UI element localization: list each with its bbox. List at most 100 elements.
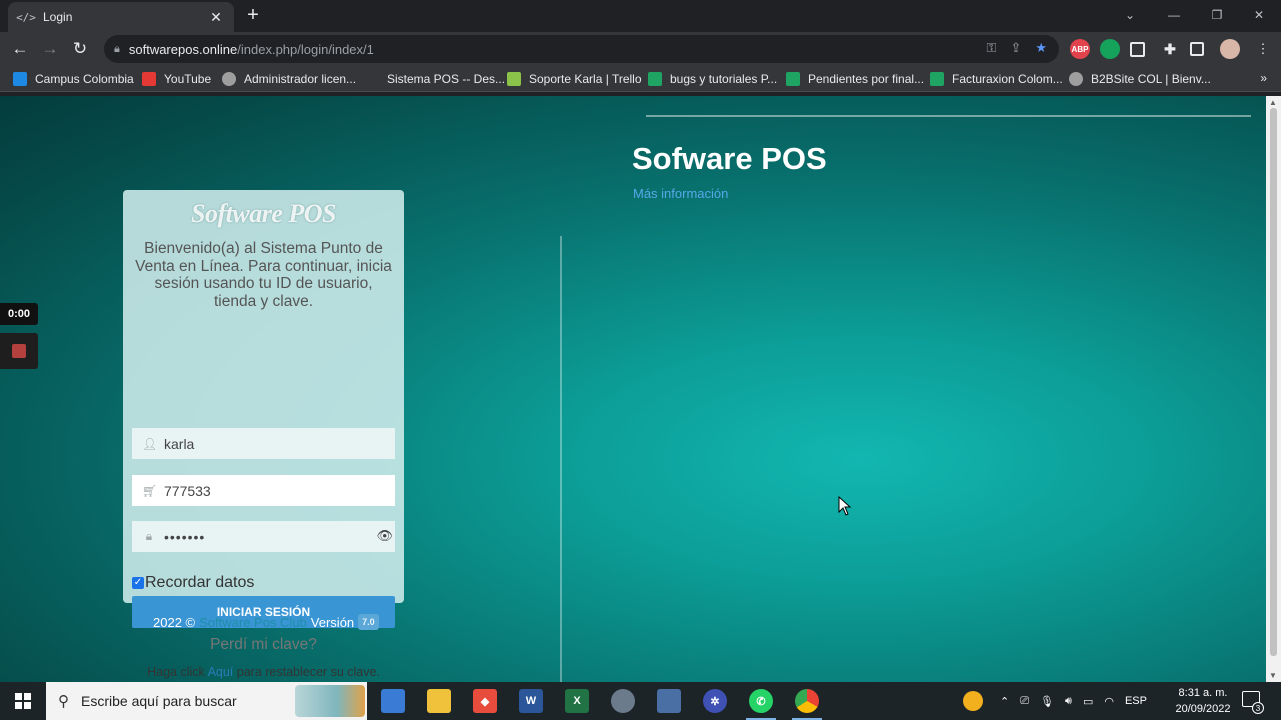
restore-button[interactable]: ❐ [1195,0,1239,30]
volume-icon[interactable]: 🔊︎ [1065,695,1072,708]
search-highlight-image [295,685,365,717]
scroll-up-arrow-icon[interactable]: ▲ [1269,98,1277,107]
bookmark-item[interactable]: B2BSite COL | Bienv... [1069,70,1211,88]
bookmark-item[interactable]: Pendientes por final... [786,70,924,88]
chrome-icon[interactable] [795,689,819,713]
scroll-down-arrow-icon[interactable]: ▼ [1269,671,1277,680]
language-indicator[interactable]: ESP [1125,695,1147,707]
brand-link[interactable]: Software Pos Club [199,615,307,630]
anydesk-icon[interactable]: ◆ [473,689,497,713]
welcome-text: Bienvenido(a) al Sistema Punto de Venta … [135,240,392,310]
close-tab-icon[interactable]: ✕ [208,9,224,26]
lock-icon[interactable]: 🔒︎ [114,43,120,56]
settings-app-icon[interactable]: ✲ [703,689,727,713]
bookmark-item[interactable]: Campus Colombia [13,70,134,88]
globe-icon [1069,72,1083,86]
file-explorer-icon[interactable] [427,689,451,713]
url-host: softwarepos.online [128,41,238,57]
whatsapp-icon[interactable]: ✆ [749,689,773,713]
word-icon[interactable]: W [519,689,543,713]
browser-tabstrip: </> Login ✕ + ⌄ — ❐ ✕ [0,0,1281,32]
page-scrollbar[interactable]: ▲ ▼ [1266,96,1281,682]
remote-desktop-icon[interactable] [657,689,681,713]
menu-kebab-icon[interactable]: ⋮ [1252,38,1274,60]
bookmark-favicon-icon [13,72,27,86]
back-button[interactable]: ← [9,38,31,60]
snipping-tool-icon[interactable] [611,689,635,713]
side-panel-icon[interactable] [1190,42,1204,56]
login-card: Software POS Bienvenido(a) al Sistema Pu… [123,190,404,679]
taskbar-search[interactable]: ⚲ Escribe aquí para buscar [46,682,367,720]
bookmark-item[interactable]: Administrador licen... [222,70,356,88]
page-title: Sofware POS [632,141,827,176]
bookmark-item[interactable]: YouTube [142,70,211,88]
store-id-field[interactable]: 🛒︎ [132,475,395,506]
minimize-button[interactable]: — [1152,0,1196,30]
new-tab-button[interactable]: + [242,5,264,27]
scrollbar-thumb[interactable] [1270,108,1277,656]
user-id-field[interactable]: 👤︎ [132,428,395,459]
lock-icon: 🔒︎ [145,529,153,543]
copyright-year: 2022 © [153,614,196,630]
task-view-icon[interactable] [381,689,405,713]
start-button[interactable] [0,682,46,720]
meet-now-icon[interactable]: ⎚ [1020,695,1029,708]
extensions-puzzle-icon[interactable]: ✚ [1160,39,1180,59]
browser-toolbar: ← → ↻ 🔒︎ softwarepos.online/index.php/lo… [0,32,1281,66]
bookmarks-bar: Campus Colombia YouTube Administrador li… [0,66,1281,92]
bookmark-item[interactable]: bugs y tutoriales P... [648,70,777,88]
divider [646,115,1251,117]
qr-code-icon[interactable] [1130,42,1145,57]
show-hidden-icons-icon[interactable]: ⌃ [1000,695,1009,708]
user-icon: 👤︎ [142,436,158,451]
grammarly-extension-icon[interactable] [1100,39,1120,59]
forward-button[interactable]: → [39,38,61,60]
user-id-input[interactable] [164,435,374,452]
bookmark-item[interactable]: Sistema POS -- Des... [365,70,505,88]
key-icon[interactable]: ⚿ [987,40,997,56]
app-logo: Software POS [191,199,336,228]
browser-tab[interactable]: </> Login ✕ [8,2,234,32]
globe-icon [222,72,236,86]
youtube-icon [142,72,156,86]
notifications-count: 3 [1252,702,1264,714]
vertical-divider [560,236,562,682]
page-footer: 2022 © Software Pos Club Versión 7.0 [153,614,379,630]
blank-favicon-icon [365,72,379,86]
show-password-icon[interactable]: 👁︎ [376,528,393,544]
cart-icon: 🛒︎ [142,483,158,498]
excel-icon[interactable]: X [565,689,589,713]
stop-recording-button[interactable] [0,333,38,369]
wifi-icon[interactable]: ◠ [1104,695,1114,708]
store-id-input[interactable] [164,482,374,499]
battery-icon[interactable]: ▭ [1083,695,1093,708]
reload-button[interactable]: ↻ [69,38,91,60]
version-label: Versión [310,614,355,630]
reset-password-link[interactable]: Aquí [208,665,234,679]
more-bookmarks-button[interactable]: » [1260,71,1267,85]
profile-avatar[interactable] [1220,39,1240,59]
tab-search-icon[interactable]: ⌄ [1108,0,1152,30]
password-input[interactable] [164,528,374,545]
microphone-icon[interactable]: 🎙︎ [1040,695,1054,708]
bookmark-item[interactable]: Soporte Karla | Trello [507,70,642,88]
remember-checkbox[interactable]: ✓ [132,577,144,589]
bookmark-item[interactable]: Facturaxion Colom... [930,70,1063,88]
close-window-button[interactable]: ✕ [1237,0,1281,30]
code-icon: </> [16,10,36,24]
adblock-extension-icon[interactable]: ABP [1070,39,1090,59]
password-field[interactable]: 🔒︎ 👁︎ [132,521,395,552]
trello-icon [507,72,521,86]
sheets-icon [648,72,662,86]
more-info-link[interactable]: Más información [633,186,728,201]
clock-time: 8:31 a. m. [1178,687,1228,699]
remember-me[interactable]: ✓ Recordar datos [132,574,254,592]
remember-label: Recordar datos [145,574,255,591]
weather-icon[interactable] [963,691,983,711]
windows-logo-icon [15,693,31,709]
bookmark-star-icon[interactable]: ★ [1035,40,1047,56]
address-bar[interactable]: 🔒︎ softwarepos.online/index.php/login/in… [104,35,1059,63]
share-icon[interactable]: ⇪ [1010,40,1021,56]
reset-password-text: Haga click Aquí para restablecer su clav… [147,665,380,679]
taskbar-clock[interactable]: 8:31 a. m. 20/09/2022 [1168,685,1238,717]
